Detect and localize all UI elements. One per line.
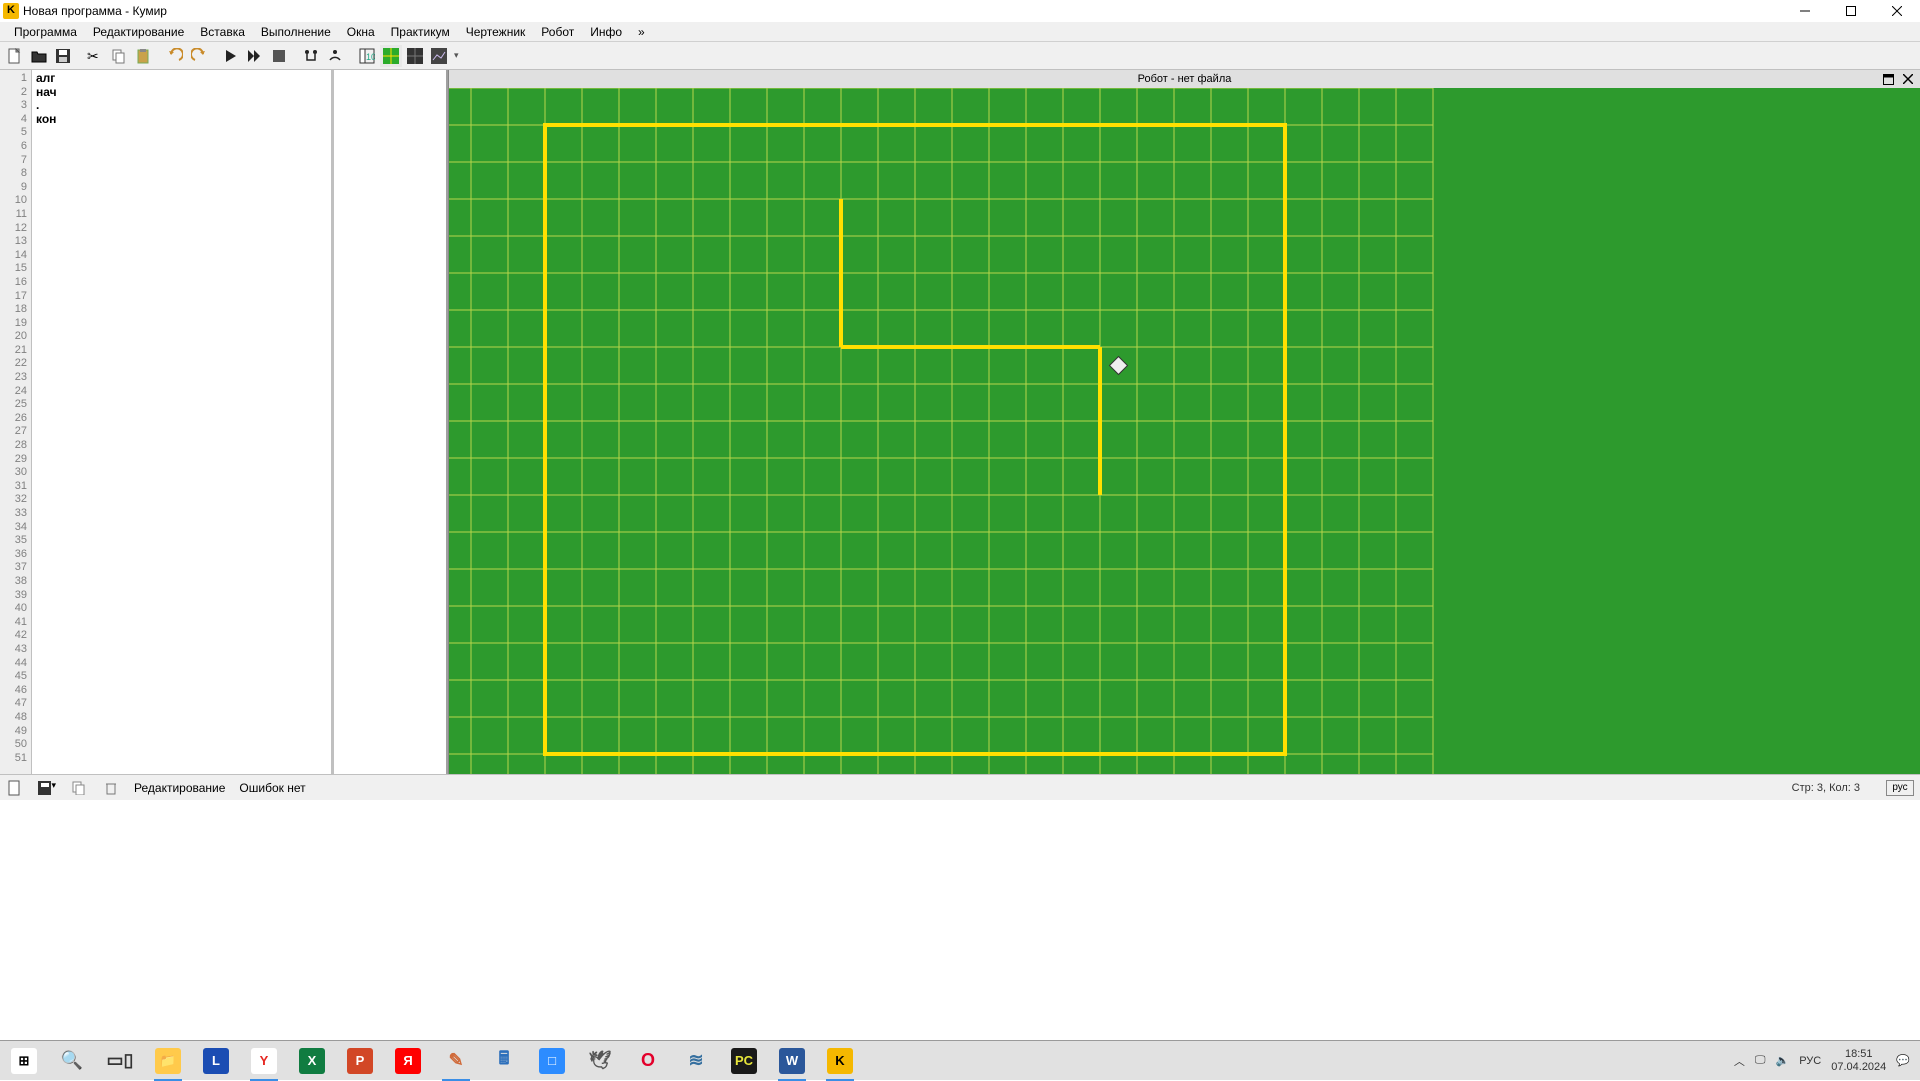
status-errors-label: Ошибок нет (239, 781, 305, 795)
menubar: ПрограммаРедактированиеВставкаВыполнение… (0, 22, 1920, 42)
menu-»[interactable]: » (630, 23, 653, 41)
layout1-button[interactable]: 10 (356, 45, 378, 67)
taskbar: ⊞🔍▭▯📁LYXPЯ✎🖩□🕊O≋PCWK ︿ 🖵 🔈 РУС 18:51 07.… (0, 1040, 1920, 1080)
editor-aux-panel (334, 70, 446, 774)
menu-Окна[interactable]: Окна (339, 23, 383, 41)
new-button[interactable] (4, 45, 26, 67)
menu-Чертежник[interactable]: Чертежник (458, 23, 534, 41)
toolbar: ✂ 10 ▾ (0, 42, 1920, 70)
taskbar-bird[interactable]: 🕊 (576, 1041, 624, 1081)
taskbar-zoom[interactable]: □ (528, 1041, 576, 1081)
redo-button[interactable] (188, 45, 210, 67)
robot-field[interactable] (449, 88, 1920, 774)
undo-button[interactable] (164, 45, 186, 67)
tray-volume-icon[interactable]: 🔈 (1776, 1054, 1790, 1067)
menu-Программа[interactable]: Программа (6, 23, 85, 41)
taskbar-explorer[interactable]: 📁 (144, 1041, 192, 1081)
tray-monitor-icon[interactable]: 🖵 (1755, 1054, 1766, 1067)
minimize-button[interactable] (1782, 0, 1828, 22)
app-icon: K (3, 3, 19, 19)
tray-time: 18:51 (1831, 1048, 1886, 1060)
tray-date: 07.04.2024 (1831, 1061, 1886, 1073)
stop-button[interactable] (268, 45, 290, 67)
robot-panel-header: Робот - нет файла (449, 70, 1920, 88)
taskbar-start[interactable]: ⊞ (0, 1041, 48, 1081)
layout4-button[interactable] (428, 45, 450, 67)
toolbar-overflow-icon[interactable]: ▾ (452, 50, 459, 61)
layout2-button[interactable] (380, 45, 402, 67)
layout3-button[interactable] (404, 45, 426, 67)
maximize-button[interactable] (1828, 0, 1874, 22)
menu-Вставка[interactable]: Вставка (192, 23, 253, 41)
step-over-button[interactable] (324, 45, 346, 67)
paste-button[interactable] (132, 45, 154, 67)
taskbar-snip[interactable]: ✎ (432, 1041, 480, 1081)
copy-button[interactable] (108, 45, 130, 67)
step-button[interactable] (244, 45, 266, 67)
taskbar-powerpoint[interactable]: P (336, 1041, 384, 1081)
code-panel: 1234567891011121314151617181920212223242… (0, 70, 448, 774)
taskbar-search[interactable]: 🔍 (48, 1041, 96, 1081)
line-gutter: 1234567891011121314151617181920212223242… (0, 70, 32, 774)
tray-lang[interactable]: РУС (1799, 1055, 1821, 1067)
sb-delete-icon[interactable] (102, 779, 120, 797)
sb-save-icon[interactable]: ▾ (38, 779, 56, 797)
taskbar-pycharm[interactable]: PC (720, 1041, 768, 1081)
step-into-button[interactable] (300, 45, 322, 67)
system-tray[interactable]: ︿ 🖵 🔈 РУС 18:51 07.04.2024 💬 (1734, 1048, 1920, 1072)
robot-panel-title: Робот - нет файла (1138, 73, 1232, 85)
status-editing-label: Редактирование (134, 781, 225, 795)
taskbar-calc[interactable]: 🖩 (480, 1041, 528, 1081)
svg-text:✂: ✂ (87, 48, 99, 64)
tray-notifications-icon[interactable]: 💬 (1896, 1054, 1910, 1067)
taskbar-yandex[interactable]: Y (240, 1041, 288, 1081)
taskbar-excel[interactable]: X (288, 1041, 336, 1081)
sb-copy-icon[interactable] (70, 779, 88, 797)
taskbar-l-app[interactable]: L (192, 1041, 240, 1081)
robot-marker[interactable] (1110, 357, 1128, 375)
taskbar-word[interactable]: W (768, 1041, 816, 1081)
menu-Инфо[interactable]: Инфо (582, 23, 630, 41)
taskbar-python[interactable]: ≋ (672, 1041, 720, 1081)
statusbar: ▾ Редактирование Ошибок нет Стр: 3, Кол:… (0, 774, 1920, 800)
panel-close-button[interactable] (1900, 71, 1916, 87)
titlebar: K Новая программа - Кумир (0, 0, 1920, 22)
taskbar-kumir[interactable]: K (816, 1041, 864, 1081)
main-split: 1234567891011121314151617181920212223242… (0, 70, 1920, 774)
window-title: Новая программа - Кумир (23, 4, 167, 18)
run-button[interactable] (220, 45, 242, 67)
taskbar-taskview[interactable]: ▭▯ (96, 1041, 144, 1081)
popout-button[interactable] (1880, 71, 1896, 87)
taskbar-opera[interactable]: O (624, 1041, 672, 1081)
svg-text:10: 10 (366, 52, 375, 62)
robot-panel: Робот - нет файла (448, 70, 1920, 774)
menu-Выполнение[interactable]: Выполнение (253, 23, 339, 41)
status-cursor-pos: Стр: 3, Кол: 3 (1792, 782, 1866, 794)
menu-Редактирование[interactable]: Редактирование (85, 23, 192, 41)
tray-clock[interactable]: 18:51 07.04.2024 (1831, 1048, 1886, 1072)
status-kb-indicator[interactable]: рус (1886, 780, 1914, 796)
menu-Практикум[interactable]: Практикум (383, 23, 458, 41)
menu-Робот[interactable]: Робот (533, 23, 582, 41)
tray-chevron-icon[interactable]: ︿ (1734, 1053, 1745, 1069)
open-button[interactable] (28, 45, 50, 67)
close-button[interactable] (1874, 0, 1920, 22)
sb-doc-icon[interactable] (6, 779, 24, 797)
save-button[interactable] (52, 45, 74, 67)
code-editor[interactable]: алгнач.кон (32, 70, 331, 774)
taskbar-ya-red[interactable]: Я (384, 1041, 432, 1081)
cut-button[interactable]: ✂ (84, 45, 106, 67)
